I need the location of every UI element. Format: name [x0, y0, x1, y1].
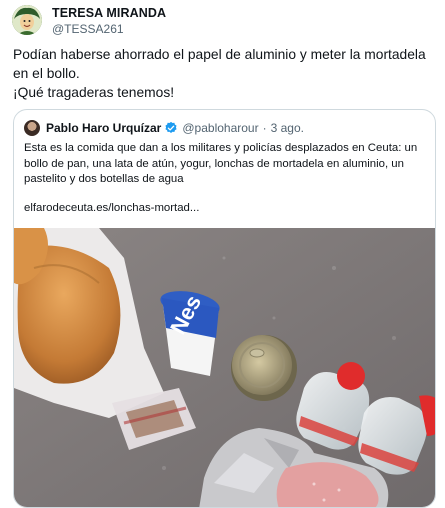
- author-avatar[interactable]: [12, 5, 42, 35]
- meta-separator: ·: [262, 121, 267, 135]
- quoted-tweet[interactable]: Pablo Haro Urquízar @pabloharour · 3 ago…: [13, 109, 436, 508]
- quoted-author-name[interactable]: Pablo Haro Urquízar: [46, 121, 161, 135]
- food-photo: Nes: [14, 228, 435, 507]
- quoted-author-handle[interactable]: @pabloharour: [182, 121, 258, 135]
- tweet-text: Podían haberse ahorrado el papel de alum…: [13, 45, 437, 102]
- author-handle[interactable]: @TESSA261: [52, 22, 124, 36]
- tweet-text-line-1: Podían haberse ahorrado el papel de alum…: [13, 47, 426, 81]
- quoted-tweet-header: Pablo Haro Urquízar @pabloharour · 3 ago…: [24, 119, 304, 137]
- quoted-tweet-time[interactable]: 3 ago.: [271, 121, 304, 135]
- author-name[interactable]: TERESA MIRANDA: [52, 6, 166, 20]
- avatar-cartoon-icon: [12, 5, 42, 35]
- quoted-tweet-photo[interactable]: Nes: [14, 228, 435, 507]
- tweet[interactable]: TERESA MIRANDA @TESSA261 Podían haberse …: [0, 0, 445, 508]
- tuna-can: [231, 335, 297, 401]
- quoted-author-avatar[interactable]: [24, 120, 40, 136]
- quoted-tweet-link[interactable]: elfarodeceuta.es/lonchas-mortad...: [24, 202, 199, 214]
- quoted-tweet-text: Esta es la comida que dan a los militare…: [24, 142, 418, 185]
- verified-badge-icon: [165, 121, 177, 133]
- tweet-text-line-2: ¡Qué tragaderas tenemos!: [13, 85, 175, 100]
